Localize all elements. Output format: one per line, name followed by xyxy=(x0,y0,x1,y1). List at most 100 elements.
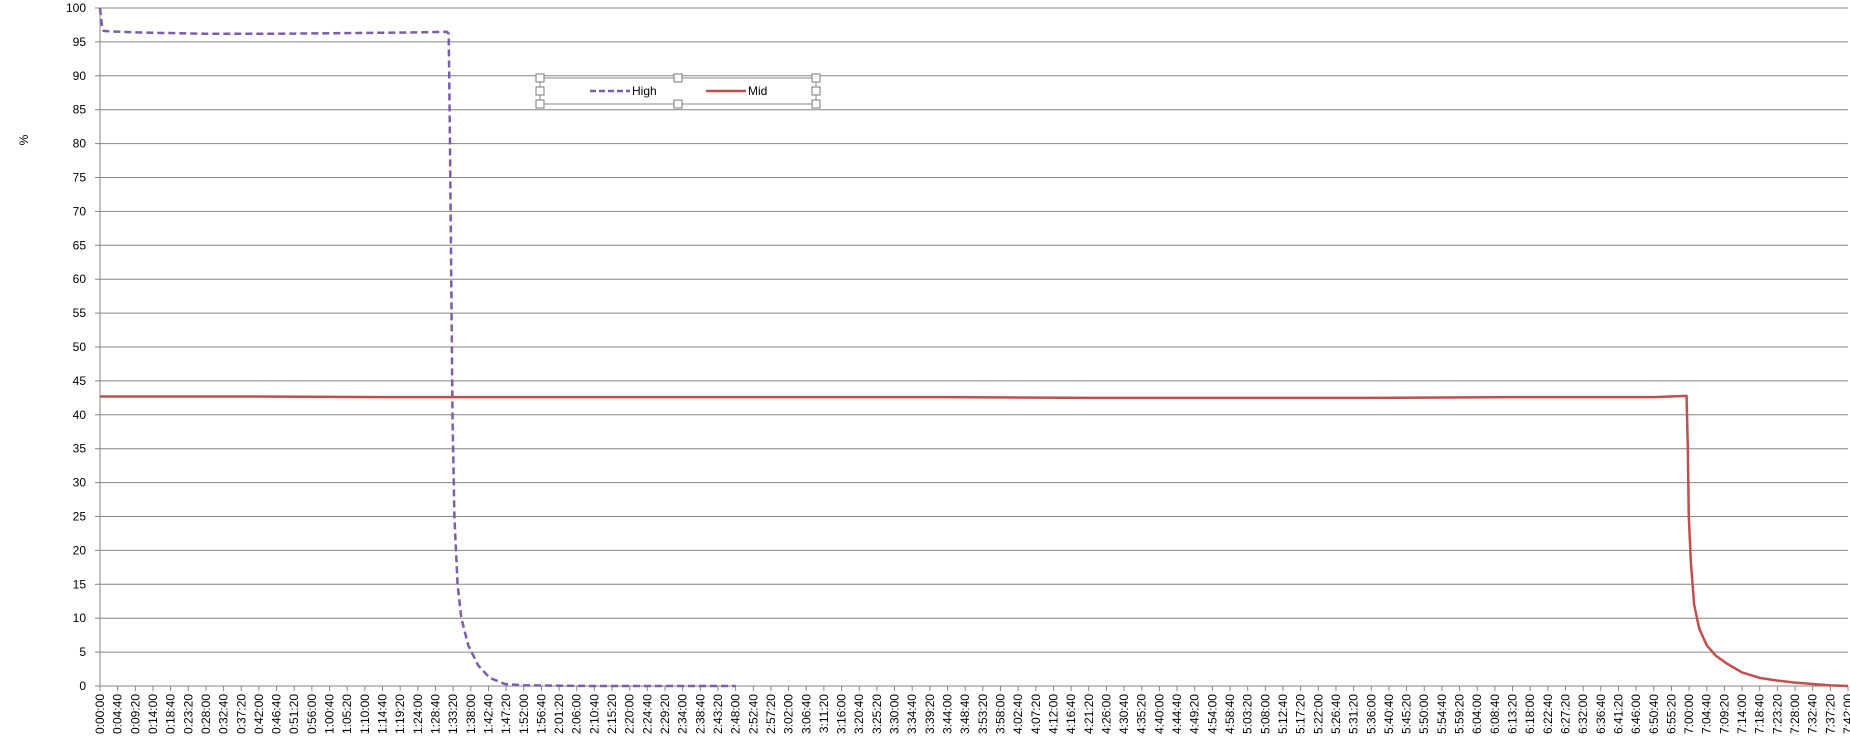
x-tick-label: 2:52:40 xyxy=(746,694,760,734)
x-tick-label: 2:34:00 xyxy=(676,694,690,734)
x-tick-label: 6:22:40 xyxy=(1541,694,1555,734)
legend-resize-handle[interactable] xyxy=(811,86,821,96)
x-tick-label: 6:04:00 xyxy=(1470,694,1484,734)
x-tick-label: 0:14:00 xyxy=(146,694,160,734)
x-tick-label: 5:22:00 xyxy=(1311,694,1325,734)
x-tick-label: 6:50:40 xyxy=(1647,694,1661,734)
y-tick-label: 60 xyxy=(73,272,87,286)
x-tick-label: 0:00:00 xyxy=(93,694,107,734)
x-tick-label: 3:25:20 xyxy=(870,694,884,734)
axes: 0 5 10 15 20 25 30 35 40 45 50 55 60 65 70 75 80 85 90 95 10… xyxy=(66,1,1850,734)
x-tick-label: 2:48:00 xyxy=(729,694,743,734)
x-tick-label: 5:54:40 xyxy=(1435,694,1449,734)
x-tick-label: 0:32:40 xyxy=(217,694,231,734)
x-tick-label: 7:37:20 xyxy=(1823,694,1837,734)
legend-resize-handle[interactable] xyxy=(811,99,821,109)
x-tick-label: 1:52:00 xyxy=(517,694,531,734)
x-tick-label: 1:38:00 xyxy=(464,694,478,734)
gridlines xyxy=(100,7,1848,687)
x-tick-label: 5:31:20 xyxy=(1347,694,1361,734)
x-tick-label: 3:34:40 xyxy=(905,694,919,734)
x-tick-label: 7:00:00 xyxy=(1682,694,1696,734)
y-tick-label: 65 xyxy=(73,238,87,252)
x-tick-label: 0:18:40 xyxy=(164,694,178,734)
x-tick-label: 2:15:20 xyxy=(605,694,619,734)
x-tick-label: 5:50:00 xyxy=(1417,694,1431,734)
y-tick-label: 30 xyxy=(73,476,87,490)
x-tick-label: 0:37:20 xyxy=(234,694,248,734)
x-tick-label: 4:16:40 xyxy=(1064,694,1078,734)
x-tick-label: 5:45:20 xyxy=(1400,694,1414,734)
legend-resize-handle[interactable] xyxy=(535,73,545,83)
x-tick-label: 3:11:20 xyxy=(817,694,831,733)
x-tick-label: 2:29:20 xyxy=(658,694,672,734)
y-tick-label: 0 xyxy=(79,679,86,693)
x-tick-label: 5:03:20 xyxy=(1241,694,1255,734)
x-tick-label: 2:24:40 xyxy=(640,694,654,734)
x-tick-label: 2:10:40 xyxy=(587,694,601,734)
x-tick-label: 7:14:00 xyxy=(1735,694,1749,734)
x-tick-label: 2:20:00 xyxy=(623,694,637,734)
x-tick-label: 7:18:40 xyxy=(1753,694,1767,734)
x-tick-label: 1:05:20 xyxy=(340,694,354,734)
x-tick-label: 1:10:00 xyxy=(358,694,372,734)
series-line-mid xyxy=(100,394,1849,688)
x-tick-label: 4:40:00 xyxy=(1152,694,1166,734)
y-tick-label: 50 xyxy=(73,340,87,354)
x-tick-label: 1:00:40 xyxy=(323,694,337,734)
y-tick-label: 15 xyxy=(73,577,87,591)
x-tick-label: 5:59:20 xyxy=(1453,694,1467,734)
legend-resize-handle[interactable] xyxy=(673,99,683,109)
x-tick-label: 4:26:00 xyxy=(1099,694,1113,734)
x-tick-label: 0:42:00 xyxy=(252,694,266,734)
legend-resize-handle[interactable] xyxy=(811,73,821,83)
x-tick-label: 7:23:20 xyxy=(1770,694,1784,734)
x-tick-label: 0:46:40 xyxy=(270,694,284,734)
x-tick-label: 3:53:20 xyxy=(976,694,990,734)
legend-label-mid: Mid xyxy=(748,84,767,98)
x-tick-label: 5:12:40 xyxy=(1276,694,1290,734)
x-tick-label: 0:04:40 xyxy=(111,694,125,734)
x-tick-label: 6:27:20 xyxy=(1558,694,1572,734)
x-tick-label: 6:36:40 xyxy=(1594,694,1608,734)
x-tick-label: 6:41:20 xyxy=(1611,694,1625,734)
x-tick-label: 2:38:40 xyxy=(693,694,707,734)
x-tick-label: 3:16:00 xyxy=(835,694,849,734)
x-tick-label: 4:12:00 xyxy=(1046,694,1060,734)
y-tick-label: 90 xyxy=(73,69,87,83)
y-tick-label: 80 xyxy=(73,137,87,151)
line-chart: 0 5 10 15 20 25 30 35 40 45 50 55 60 65 70 75 80 85 90 95 10… xyxy=(17,1,1850,734)
x-tick-label: 2:06:00 xyxy=(570,694,584,734)
x-tick-label: 3:06:40 xyxy=(799,694,813,734)
x-tick-label: 0:56:00 xyxy=(305,694,319,734)
x-tick-label: 4:21:20 xyxy=(1082,694,1096,734)
x-tick-label: 3:30:00 xyxy=(888,694,902,734)
x-tick-label: 6:13:20 xyxy=(1506,694,1520,734)
x-tick-label: 0:51:20 xyxy=(287,694,301,734)
legend-resize-handle[interactable] xyxy=(535,99,545,109)
x-tick-label: 6:32:00 xyxy=(1576,694,1590,734)
legend[interactable]: High Mid xyxy=(535,73,821,109)
y-tick-label: 85 xyxy=(73,103,87,117)
x-tick-label: 7:28:00 xyxy=(1788,694,1802,734)
x-tick-label: 5:08:00 xyxy=(1258,694,1272,734)
y-tick-label: 70 xyxy=(73,204,87,218)
x-tick-label: 1:56:40 xyxy=(534,694,548,734)
y-axis-label: % xyxy=(17,134,31,145)
x-tick-label: 4:07:20 xyxy=(1029,694,1043,734)
x-tick-label: 5:40:40 xyxy=(1382,694,1396,734)
x-tick-label: 5:17:20 xyxy=(1294,694,1308,734)
legend-resize-handle[interactable] xyxy=(535,86,545,96)
x-tick-label: 6:55:20 xyxy=(1664,694,1678,734)
x-tick-label: 1:24:00 xyxy=(411,694,425,734)
y-tick-label: 75 xyxy=(73,171,87,185)
x-tick-label: 3:20:40 xyxy=(852,694,866,734)
y-tick-label: 55 xyxy=(73,306,87,320)
x-tick-label: 4:44:40 xyxy=(1170,694,1184,734)
x-tick-label: 4:02:40 xyxy=(1011,694,1025,734)
x-tick-label: 2:43:20 xyxy=(711,694,725,734)
x-tick-label: 4:30:40 xyxy=(1117,694,1131,734)
x-tick-label: 2:01:20 xyxy=(552,694,566,734)
legend-resize-handle[interactable] xyxy=(673,73,683,83)
x-tick-label: 4:35:20 xyxy=(1135,694,1149,734)
